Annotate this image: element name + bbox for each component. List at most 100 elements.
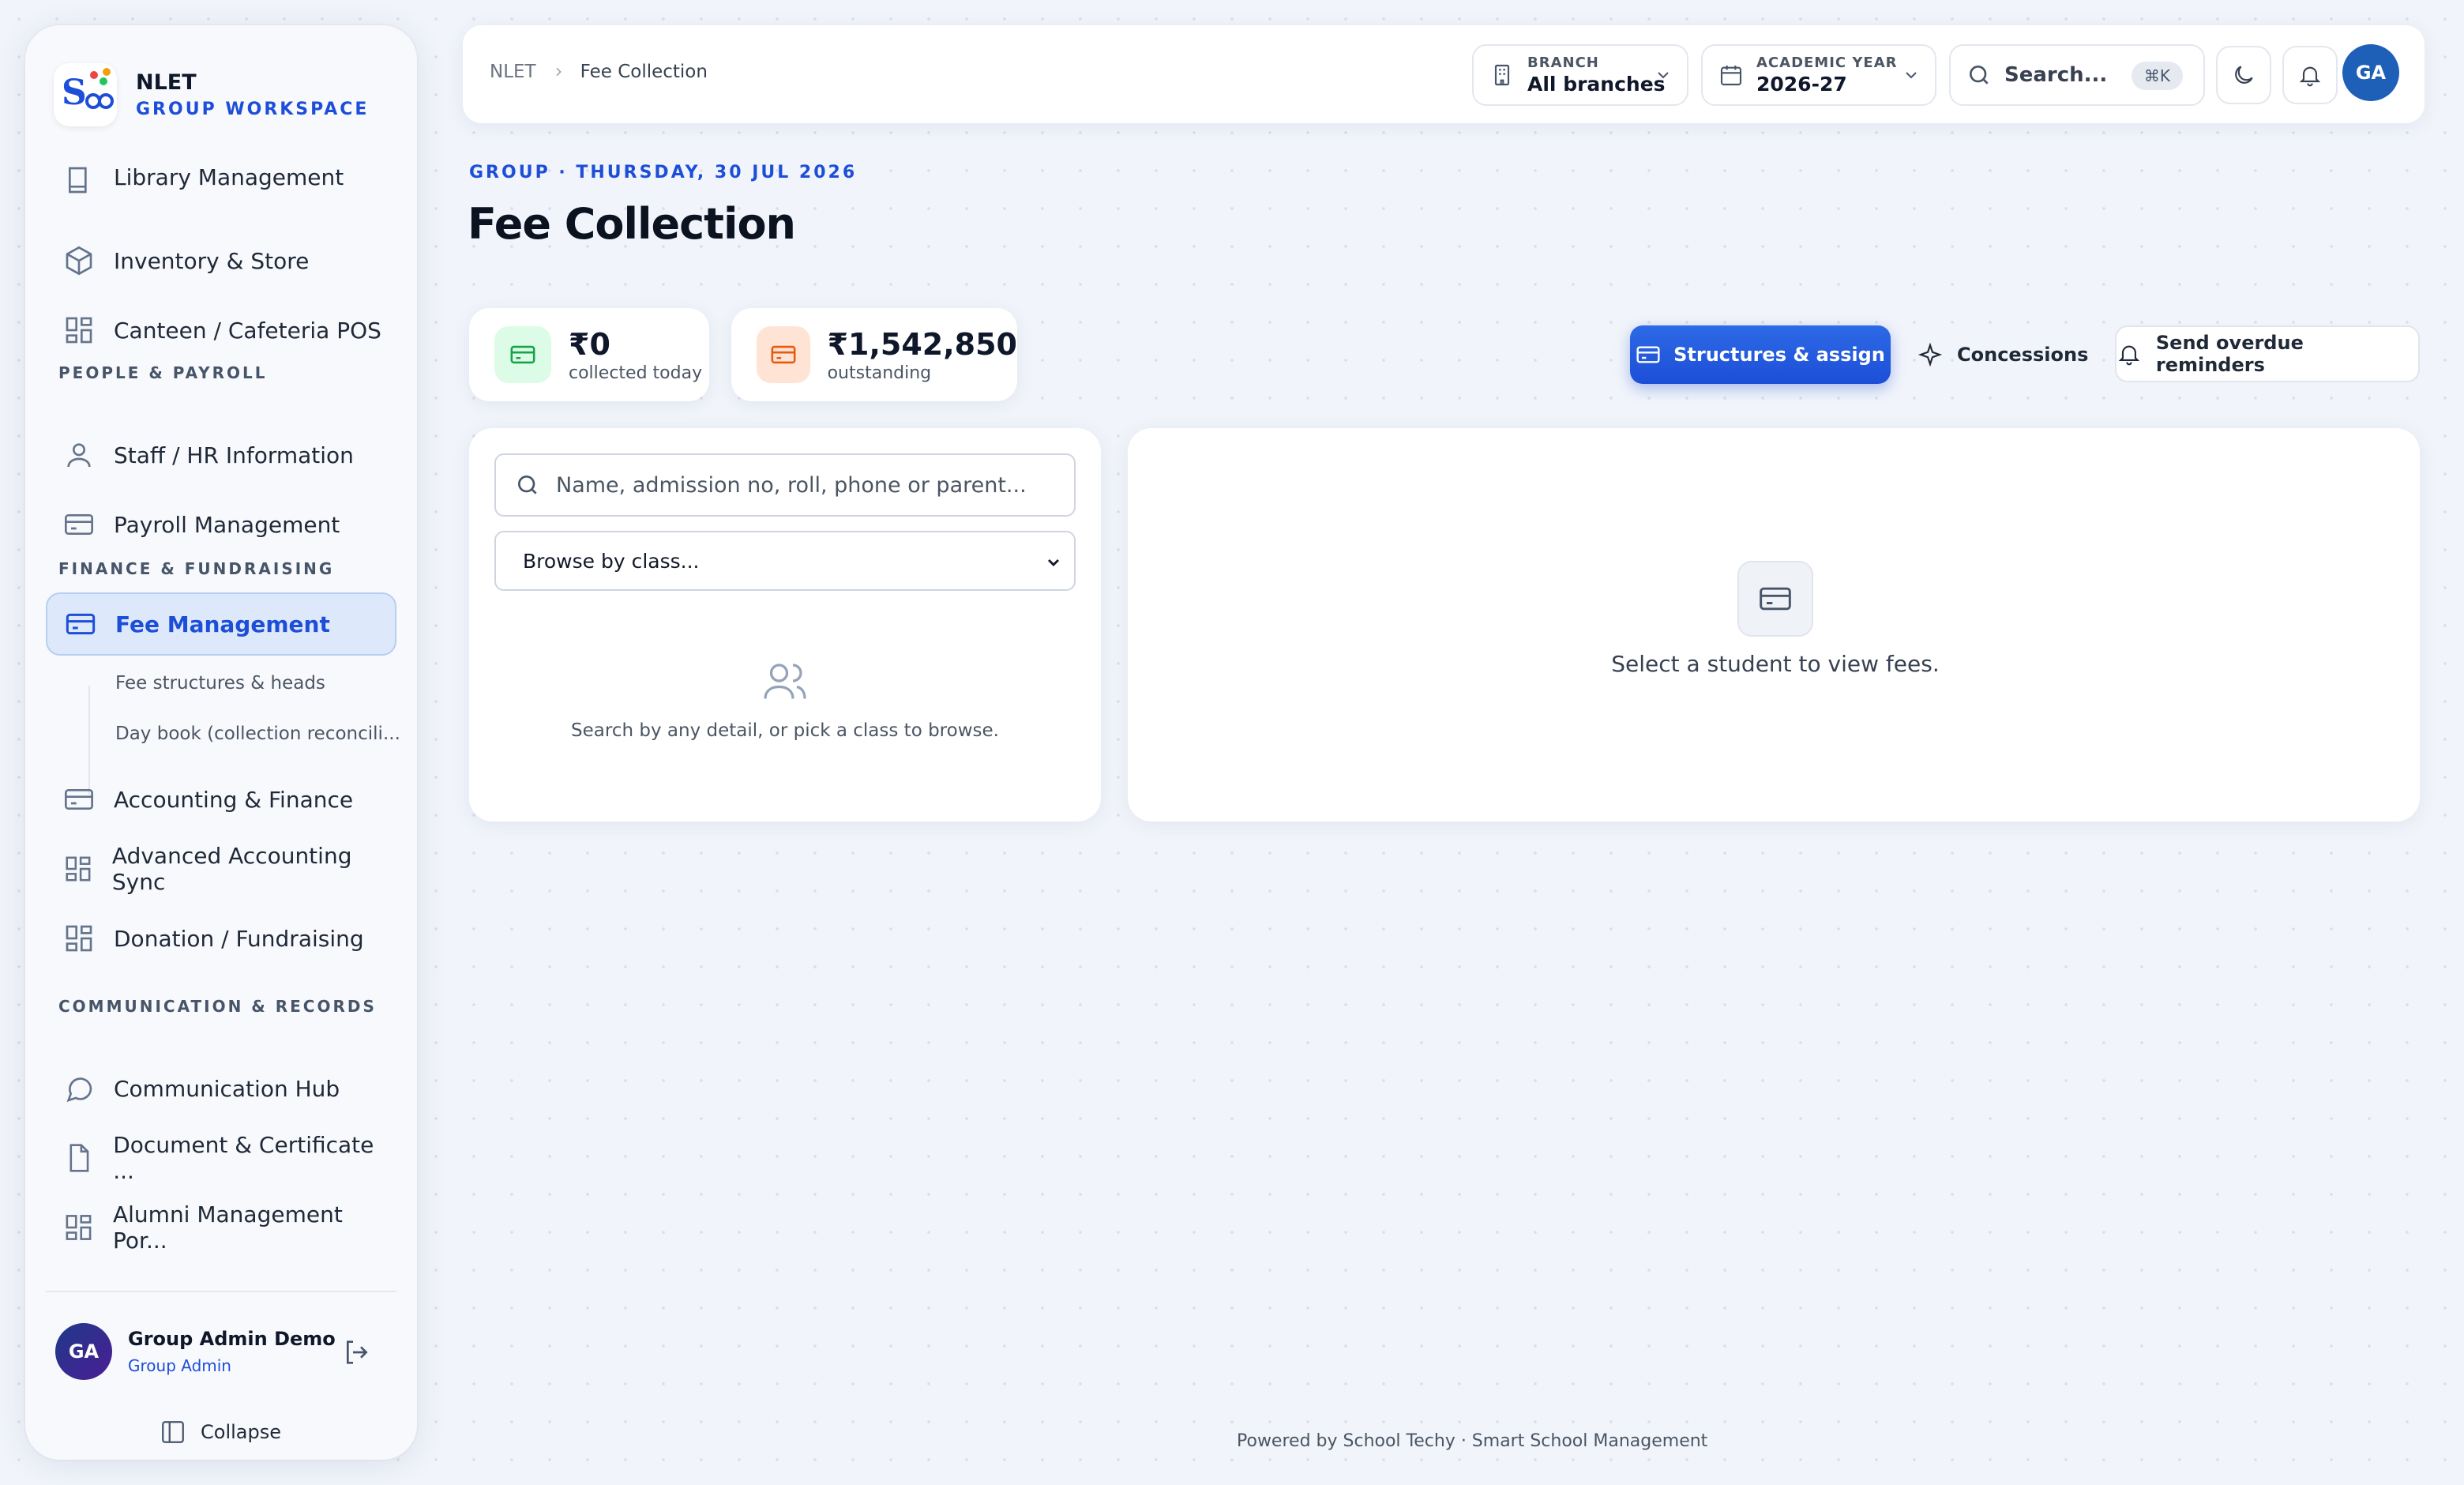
concessions-button[interactable]: Concessions (1917, 327, 2088, 382)
book-icon (69, 167, 87, 194)
sidebar-item-label: Document & Certificate ... (113, 1132, 374, 1184)
collected-amount: ₹0 (569, 326, 610, 362)
sidebar-item-library[interactable]: Library Management (46, 160, 396, 223)
user-card[interactable]: GA Group Admin Demo Group Admin (55, 1308, 387, 1395)
sub-item-day-book[interactable]: Day book (collection reconcili... (115, 724, 400, 744)
brand-name: NLET (136, 70, 197, 95)
sidebar-item-label: Advanced Accounting Sync (111, 843, 352, 895)
grid-icon (66, 856, 91, 882)
branch-label: BRANCH (1527, 55, 1599, 71)
chevron-down-icon (1048, 559, 1059, 566)
grid-icon (66, 1215, 92, 1240)
bell-icon (2118, 345, 2140, 366)
class-select[interactable]: Browse by class... (494, 531, 1076, 591)
notifications-button[interactable] (2282, 46, 2338, 104)
sidebar-item-label: Canteen / Cafeteria POS (114, 317, 381, 344)
concessions-label: Concessions (1957, 344, 2089, 366)
sidebar-item-label: Communication Hub (114, 1075, 340, 1102)
breadcrumb-current: Fee Collection (580, 62, 708, 82)
sidebar-item-accounting[interactable]: Accounting & Finance (46, 768, 396, 831)
sidebar-item-label: Alumni Management Por... (112, 1201, 343, 1254)
sidebar-item-payroll[interactable]: Payroll Management (46, 493, 396, 556)
calendar-icon (1720, 66, 1742, 86)
fee-empty-text: Select a student to view fees. (1611, 651, 1940, 677)
chevron-down-icon (1658, 72, 1669, 79)
user-role: Group Admin (128, 1356, 231, 1375)
sub-item-fee-structures[interactable]: Fee structures & heads (115, 673, 325, 694)
topbar: NLET Fee Collection BRANCH All branches … (463, 25, 2425, 123)
sidebar-item-canteen[interactable]: Canteen / Cafeteria POS (46, 299, 396, 362)
brand-subtitle: GROUP WORKSPACE (136, 100, 370, 119)
academic-year-selector[interactable]: ACADEMIC YEAR 2026-27 (1701, 44, 1936, 106)
sidebar-item-label: Staff / HR Information (114, 442, 354, 468)
card-icon (65, 789, 93, 810)
breadcrumb: NLET Fee Collection (490, 62, 708, 82)
outstanding-amount: ₹1,542,850 (827, 326, 1017, 362)
brand[interactable]: S NLET GROUP WORKSPACE (54, 47, 369, 142)
sidebar-item-communication[interactable]: Communication Hub (46, 1057, 396, 1120)
sidebar: S NLET GROUP WORKSPACE Library Managemen… (25, 25, 417, 1460)
stat-outstanding: ₹1,542,850 outstanding (731, 308, 1017, 401)
users-icon (764, 664, 806, 699)
avatar: GA (55, 1323, 112, 1380)
breadcrumb-root[interactable]: NLET (490, 62, 536, 82)
card-icon (771, 345, 796, 364)
sidebar-item-inventory[interactable]: Inventory & Store (46, 229, 396, 292)
sidebar-divider (46, 1291, 396, 1292)
outstanding-caption: outstanding (827, 363, 932, 383)
chat-icon (66, 1077, 92, 1103)
collapse-label: Collapse (201, 1421, 281, 1443)
year-label: ACADEMIC YEAR (1756, 55, 1898, 71)
fee-details-card: Select a student to view fees. (1128, 428, 2420, 821)
card-icon (65, 514, 93, 535)
search-icon (1970, 66, 1989, 85)
grid-icon (66, 317, 92, 344)
global-search[interactable]: Search... ⌘K (1949, 44, 2205, 106)
search-shortcut: ⌘K (2131, 62, 2183, 90)
card-icon (1760, 587, 1791, 611)
send-reminders-label: Send overdue reminders (2155, 332, 2304, 376)
search-placeholder: Search... (2004, 63, 2108, 87)
sidebar-item-fee-management[interactable]: Fee Management (46, 592, 396, 656)
user-avatar[interactable]: GA (2342, 44, 2399, 101)
theme-toggle-button[interactable] (2216, 46, 2271, 104)
student-search-input[interactable]: Name, admission no, roll, phone or paren… (494, 453, 1076, 517)
year-value: 2026-27 (1756, 73, 1847, 96)
structures-assign-button[interactable]: Structures & assign (1630, 325, 1891, 384)
page-eyebrow: GROUP · THURSDAY, 30 JUL 2026 (469, 163, 858, 182)
sidebar-item-staff[interactable]: Staff / HR Information (46, 423, 396, 487)
stat-collected-today: ₹0 collected today (469, 308, 709, 401)
grid-icon (66, 925, 92, 952)
class-select-value: Browse by class... (523, 549, 700, 573)
section-label-people: PEOPLE & PAYROLL (58, 363, 268, 382)
collapse-button[interactable]: Collapse (160, 1419, 281, 1446)
card-icon (66, 613, 96, 635)
logout-icon[interactable] (341, 1336, 373, 1368)
sparkle-icon (1917, 342, 1943, 367)
branch-selector[interactable]: BRANCH All branches (1472, 44, 1688, 106)
sidebar-item-label: Library Management (114, 164, 344, 190)
card-icon (510, 345, 535, 364)
send-reminders-button[interactable]: Send overdue reminders (2115, 325, 2420, 382)
footer-text: Powered by School Techy · Smart School M… (1237, 1431, 1708, 1451)
sidebar-item-label: Payroll Management (114, 511, 340, 538)
box-icon (66, 246, 92, 276)
sidebar-item-alumni[interactable]: Alumni Management Por... (46, 1196, 396, 1259)
section-label-communication: COMMUNICATION & RECORDS (58, 997, 377, 1016)
chevron-right-icon (556, 67, 562, 77)
sidebar-item-documents[interactable]: Document & Certificate ... (46, 1126, 396, 1190)
sidebar-item-donation[interactable]: Donation / Fundraising (46, 907, 396, 970)
chevron-down-icon (1906, 72, 1917, 79)
document-icon (69, 1144, 89, 1172)
sidebar-item-label: Donation / Fundraising (114, 925, 364, 952)
student-search-card: Name, admission no, roll, phone or paren… (469, 428, 1101, 821)
sidebar-item-label: Fee Management (115, 611, 330, 637)
collected-caption: collected today (569, 363, 703, 383)
structures-assign-label: Structures & assign (1673, 344, 1885, 366)
student-search-placeholder: Name, admission no, roll, phone or paren… (556, 472, 1027, 498)
bell-icon (2299, 66, 2321, 87)
user-name: Group Admin Demo (128, 1328, 336, 1350)
card-icon (1636, 346, 1660, 363)
sidebar-item-advanced-accounting[interactable]: Advanced Accounting Sync (46, 837, 396, 900)
collected-badge (494, 326, 551, 383)
